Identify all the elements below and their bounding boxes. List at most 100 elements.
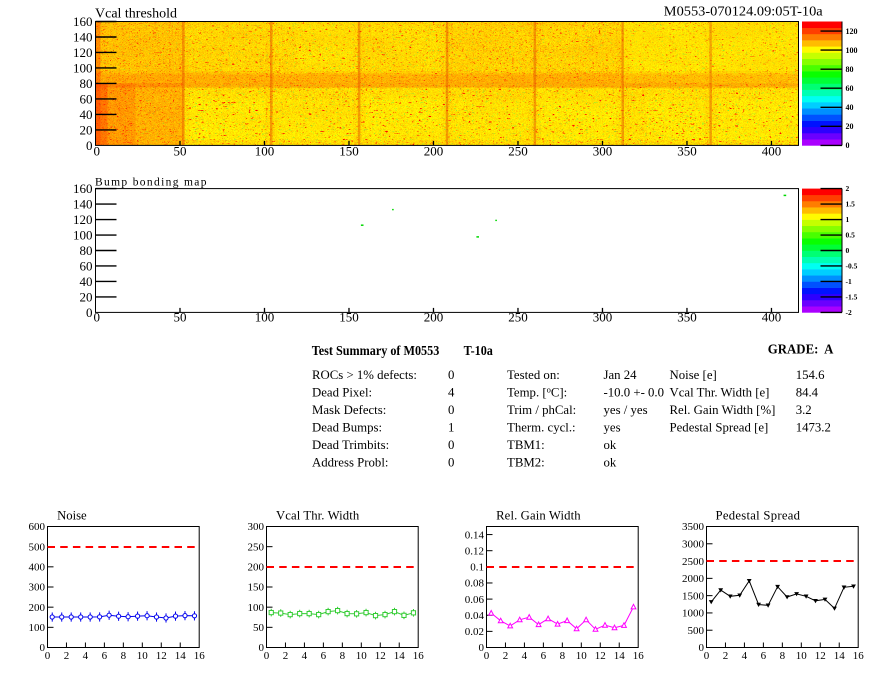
svg-text:200: 200 xyxy=(248,562,265,574)
svg-text:16: 16 xyxy=(413,650,425,662)
svg-text:40: 40 xyxy=(80,107,93,122)
svg-text:2: 2 xyxy=(723,650,729,662)
svg-text:2000: 2000 xyxy=(682,573,705,585)
svg-text:4: 4 xyxy=(448,385,455,399)
svg-text:1: 1 xyxy=(846,215,850,224)
svg-text:4: 4 xyxy=(302,650,308,662)
svg-text:2: 2 xyxy=(64,650,70,662)
svg-text:10: 10 xyxy=(356,650,368,662)
svg-text:300: 300 xyxy=(29,582,46,594)
svg-text:10: 10 xyxy=(137,650,149,662)
svg-text:3000: 3000 xyxy=(682,538,705,550)
svg-text:154.6: 154.6 xyxy=(796,368,825,382)
svg-text:12: 12 xyxy=(595,650,606,662)
svg-text:100: 100 xyxy=(73,60,93,75)
svg-text:100: 100 xyxy=(73,228,93,243)
svg-text:Vcal Thr. Width [e]: Vcal Thr. Width [e] xyxy=(670,385,770,399)
svg-text:0.08: 0.08 xyxy=(465,578,485,590)
svg-text:14: 14 xyxy=(175,650,187,662)
svg-text:160: 160 xyxy=(73,14,93,29)
svg-text:8: 8 xyxy=(780,650,786,662)
svg-text:120: 120 xyxy=(73,45,93,60)
svg-text:4: 4 xyxy=(83,650,89,662)
svg-text:Temp. [oC]:: Temp. [oC]: xyxy=(507,384,567,399)
svg-text:140: 140 xyxy=(73,197,93,212)
svg-text:100: 100 xyxy=(255,144,275,159)
svg-text:0: 0 xyxy=(484,650,490,662)
svg-text:0: 0 xyxy=(846,246,850,255)
svg-text:200: 200 xyxy=(29,602,46,614)
svg-text:40: 40 xyxy=(846,103,854,112)
svg-text:yes: yes xyxy=(604,420,621,434)
svg-text:150: 150 xyxy=(339,144,359,159)
svg-text:ROCs > 1% defects:: ROCs > 1% defects: xyxy=(312,368,417,382)
svg-text:-10.0 +- 0.0: -10.0 +- 0.0 xyxy=(604,385,665,399)
svg-text:100: 100 xyxy=(248,602,265,614)
svg-text:Noise: Noise xyxy=(57,509,87,523)
svg-text:12: 12 xyxy=(156,650,167,662)
svg-text:0: 0 xyxy=(448,368,454,382)
svg-text:300: 300 xyxy=(248,521,265,533)
svg-text:0.5: 0.5 xyxy=(846,231,856,240)
svg-text:80: 80 xyxy=(846,65,854,74)
svg-text:12: 12 xyxy=(815,650,826,662)
svg-text:-2: -2 xyxy=(846,308,852,317)
svg-text:TBM1:: TBM1: xyxy=(507,438,545,452)
svg-text:1: 1 xyxy=(448,420,454,434)
svg-text:0.12: 0.12 xyxy=(465,545,484,557)
svg-text:14: 14 xyxy=(834,650,846,662)
svg-text:TBM2:: TBM2: xyxy=(507,455,545,469)
svg-text:8: 8 xyxy=(340,650,346,662)
svg-text:150: 150 xyxy=(248,582,265,594)
svg-text:Vcal Thr. Width: Vcal Thr. Width xyxy=(276,509,360,523)
svg-text:14: 14 xyxy=(394,650,406,662)
svg-text:1473.2: 1473.2 xyxy=(796,420,831,434)
svg-text:4: 4 xyxy=(742,650,748,662)
svg-text:10: 10 xyxy=(576,650,588,662)
svg-text:0.06: 0.06 xyxy=(465,594,485,606)
svg-text:Therm. cycl.:: Therm. cycl.: xyxy=(507,420,576,434)
svg-text:60: 60 xyxy=(80,258,93,273)
svg-text:16: 16 xyxy=(853,650,865,662)
svg-text:Dead Trimbits:: Dead Trimbits: xyxy=(312,438,389,452)
svg-text:0: 0 xyxy=(86,138,93,153)
svg-text:yes / yes: yes / yes xyxy=(604,403,648,417)
svg-text:250: 250 xyxy=(508,144,528,159)
svg-text:100: 100 xyxy=(255,309,275,324)
svg-text:0.14: 0.14 xyxy=(465,529,485,541)
svg-text:1500: 1500 xyxy=(682,590,705,602)
svg-text:100: 100 xyxy=(29,622,46,634)
svg-text:400: 400 xyxy=(762,309,782,324)
svg-text:Rel. Gain Width: Rel. Gain Width xyxy=(496,509,581,523)
svg-text:50: 50 xyxy=(173,309,186,324)
svg-text:100: 100 xyxy=(846,46,858,55)
svg-text:-1: -1 xyxy=(846,277,852,286)
svg-text:0: 0 xyxy=(704,650,710,662)
svg-text:12: 12 xyxy=(375,650,386,662)
svg-text:0: 0 xyxy=(448,403,454,417)
svg-text:350: 350 xyxy=(677,309,697,324)
svg-text:4: 4 xyxy=(522,650,528,662)
svg-text:400: 400 xyxy=(29,562,46,574)
svg-text:16: 16 xyxy=(194,650,206,662)
svg-text:150: 150 xyxy=(339,309,359,324)
svg-text:M0553-070124.09:05T-10a: M0553-070124.09:05T-10a xyxy=(664,5,824,20)
svg-text:Mask Defects:: Mask Defects: xyxy=(312,403,386,417)
svg-text:160: 160 xyxy=(73,181,93,196)
svg-text:Address Probl:: Address Probl: xyxy=(312,455,388,469)
svg-text:T-10a: T-10a xyxy=(464,343,494,358)
svg-text:GRADE: A: GRADE: A xyxy=(768,342,834,357)
svg-text:0: 0 xyxy=(86,305,93,320)
svg-text:6: 6 xyxy=(761,650,767,662)
svg-text:120: 120 xyxy=(73,212,93,227)
svg-text:-0.5: -0.5 xyxy=(846,262,858,271)
svg-text:60: 60 xyxy=(80,91,93,106)
svg-text:8: 8 xyxy=(560,650,566,662)
svg-text:1000: 1000 xyxy=(682,608,705,620)
svg-text:Bump bonding map: Bump bonding map xyxy=(95,177,207,189)
svg-text:120: 120 xyxy=(846,27,858,36)
svg-text:Rel. Gain Width [%]: Rel. Gain Width [%] xyxy=(670,403,776,417)
svg-text:500: 500 xyxy=(688,625,705,637)
svg-text:ok: ok xyxy=(604,455,617,469)
svg-text:0: 0 xyxy=(448,438,454,452)
